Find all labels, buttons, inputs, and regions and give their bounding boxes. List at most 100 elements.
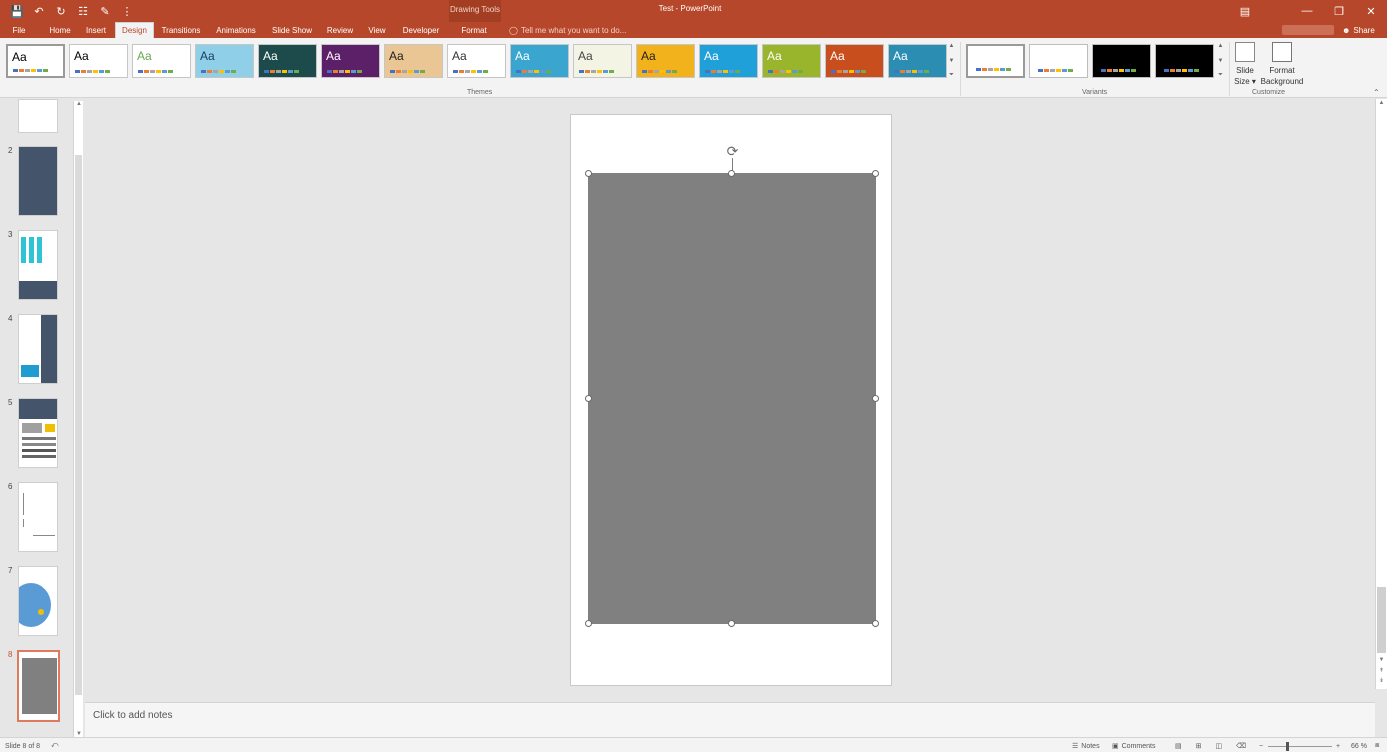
theme-thumbnail[interactable]: Aa <box>699 44 758 78</box>
window-controls: ▤ — ❐ ✕ <box>1229 0 1387 22</box>
variants-down-icon[interactable]: ▼ <box>1218 58 1224 64</box>
slide-thumbnail[interactable] <box>18 230 58 300</box>
theme-thumbnail[interactable]: Aa <box>258 44 317 78</box>
maximize-icon[interactable]: ❐ <box>1323 0 1355 22</box>
theme-thumbnail[interactable]: Aa <box>447 44 506 78</box>
theme-color-swatches <box>705 70 740 73</box>
resize-handle-top[interactable] <box>728 170 735 177</box>
theme-thumbnail[interactable]: Aa <box>195 44 254 78</box>
slide-size-button[interactable]: Slide Size ▾ <box>1233 42 1257 87</box>
slide-thumbnail[interactable] <box>17 650 60 722</box>
slide-thumbnail[interactable] <box>18 146 58 216</box>
variant-thumbnail[interactable] <box>1092 44 1151 78</box>
thumbnail-scrollbar[interactable]: ▲ ▼ <box>73 101 83 737</box>
tab-developer[interactable]: Developer <box>398 22 444 38</box>
zoom-out-icon[interactable]: − <box>1259 741 1263 751</box>
theme-thumbnail[interactable]: Aa <box>132 44 191 78</box>
theme-thumbnail[interactable]: Aa <box>6 44 65 78</box>
slide-thumbnail[interactable] <box>18 566 58 636</box>
resize-handle-bottom-right[interactable] <box>872 620 879 627</box>
tab-home[interactable]: Home <box>44 22 76 38</box>
theme-thumbnail[interactable]: Aa <box>321 44 380 78</box>
tab-review[interactable]: Review <box>322 22 358 38</box>
gallery-up-icon[interactable]: ▲ <box>949 43 955 49</box>
save-icon[interactable]: 💾 <box>10 5 24 18</box>
normal-view-icon[interactable]: ▤ <box>1175 742 1182 750</box>
tab-format[interactable]: Format <box>452 22 496 38</box>
slide-thumbnail[interactable] <box>18 314 58 384</box>
tab-view[interactable]: View <box>364 22 390 38</box>
format-background-button[interactable]: Format Background <box>1259 42 1305 87</box>
theme-thumbnail[interactable]: Aa <box>888 44 947 78</box>
variants-up-icon[interactable]: ▲ <box>1218 43 1224 49</box>
close-icon[interactable]: ✕ <box>1355 0 1387 22</box>
resize-handle-top-right[interactable] <box>872 170 879 177</box>
customize-qat-icon[interactable]: ⋮ <box>120 5 134 18</box>
tab-file[interactable]: File <box>4 22 34 38</box>
share-button[interactable]: ☻ Share <box>1342 22 1375 38</box>
reading-view-icon[interactable]: ◫ <box>1216 742 1223 750</box>
account-name[interactable] <box>1282 25 1334 35</box>
notes-pane[interactable]: Click to add notes <box>85 702 1375 737</box>
tab-design[interactable]: Design <box>115 22 154 38</box>
resize-handle-left[interactable] <box>585 395 592 402</box>
fit-to-window-icon[interactable]: ⧈ <box>1375 741 1379 751</box>
slide-thumbnail[interactable] <box>18 99 58 133</box>
theme-thumbnail[interactable]: Aa <box>762 44 821 78</box>
theme-thumbnail[interactable]: Aa <box>69 44 128 78</box>
resize-handle-right[interactable] <box>872 395 879 402</box>
tab-slide-show[interactable]: Slide Show <box>268 22 316 38</box>
gallery-down-icon[interactable]: ▼ <box>949 58 955 64</box>
zoom-in-icon[interactable]: + <box>1336 741 1340 751</box>
zoom-level[interactable]: 66 % <box>1351 741 1367 751</box>
theme-thumbnail[interactable]: Aa <box>636 44 695 78</box>
tab-transitions[interactable]: Transitions <box>158 22 204 38</box>
tab-insert[interactable]: Insert <box>80 22 112 38</box>
comments-toggle-button[interactable]: ▣ Comments <box>1112 741 1155 751</box>
slide-thumbnail[interactable] <box>18 482 58 552</box>
collapse-ribbon-icon[interactable]: ⌃ <box>1373 88 1380 97</box>
next-slide-icon[interactable]: ↡ <box>1376 677 1387 684</box>
theme-thumbnail[interactable]: Aa <box>510 44 569 78</box>
theme-thumbnail[interactable]: Aa <box>573 44 632 78</box>
scroll-up-icon[interactable]: ▲ <box>1376 100 1387 106</box>
comment-icon: ▣ <box>1112 742 1119 750</box>
touch-mode-icon[interactable]: ☷ <box>76 5 90 18</box>
ribbon-separator <box>1229 42 1230 96</box>
scroll-down-icon[interactable]: ▼ <box>1376 657 1387 663</box>
variants-gallery-scroll[interactable]: ▲ ▼ ⏷ <box>1215 43 1226 79</box>
accessibility-icon[interactable]: ⤺ <box>51 742 58 750</box>
slide-number: 8 <box>8 650 12 659</box>
format-painter-icon[interactable]: ✎ <box>98 5 112 18</box>
tab-animations[interactable]: Animations <box>212 22 260 38</box>
ribbon-display-options-icon[interactable]: ▤ <box>1229 0 1261 22</box>
resize-handle-top-left[interactable] <box>585 170 592 177</box>
slide-thumbnail[interactable] <box>18 398 58 468</box>
resize-handle-bottom[interactable] <box>728 620 735 627</box>
variant-thumbnail[interactable] <box>966 44 1025 78</box>
zoom-slider-knob[interactable] <box>1286 742 1289 751</box>
undo-icon[interactable]: ↶ <box>32 5 46 18</box>
redo-icon[interactable]: ↻ <box>54 5 68 18</box>
editor-scroll-thumb[interactable] <box>1377 587 1386 653</box>
minimize-icon[interactable]: — <box>1291 0 1323 22</box>
zoom-slider[interactable] <box>1268 746 1332 747</box>
themes-gallery-scroll[interactable]: ▲ ▼ ⏷ <box>946 43 957 79</box>
variant-thumbnail[interactable] <box>1029 44 1088 78</box>
resize-handle-bottom-left[interactable] <box>585 620 592 627</box>
thumbnail-scroll-thumb[interactable] <box>75 155 82 695</box>
previous-slide-icon[interactable]: ↟ <box>1376 667 1387 674</box>
theme-thumbnail[interactable]: Aa <box>825 44 884 78</box>
tell-me-box[interactable]: ◯ Tell me what you want to do... <box>509 22 626 38</box>
notes-toggle-button[interactable]: ☰ Notes <box>1072 741 1100 751</box>
rotate-handle-icon[interactable]: ⟳ <box>725 144 740 159</box>
scroll-up-icon[interactable]: ▲ <box>74 101 84 107</box>
slideshow-view-icon[interactable]: ⌫ <box>1236 742 1246 750</box>
editor-vertical-scrollbar[interactable]: ▲ ▼ ↟ ↡ <box>1375 99 1387 689</box>
gallery-more-icon[interactable]: ⏷ <box>949 72 954 79</box>
slide-sorter-icon[interactable]: ⊞ <box>1196 742 1202 750</box>
variants-more-icon[interactable]: ⏷ <box>1218 72 1223 79</box>
selected-rectangle-shape[interactable] <box>588 173 876 624</box>
theme-thumbnail[interactable]: Aa <box>384 44 443 78</box>
variant-thumbnail[interactable] <box>1155 44 1214 78</box>
